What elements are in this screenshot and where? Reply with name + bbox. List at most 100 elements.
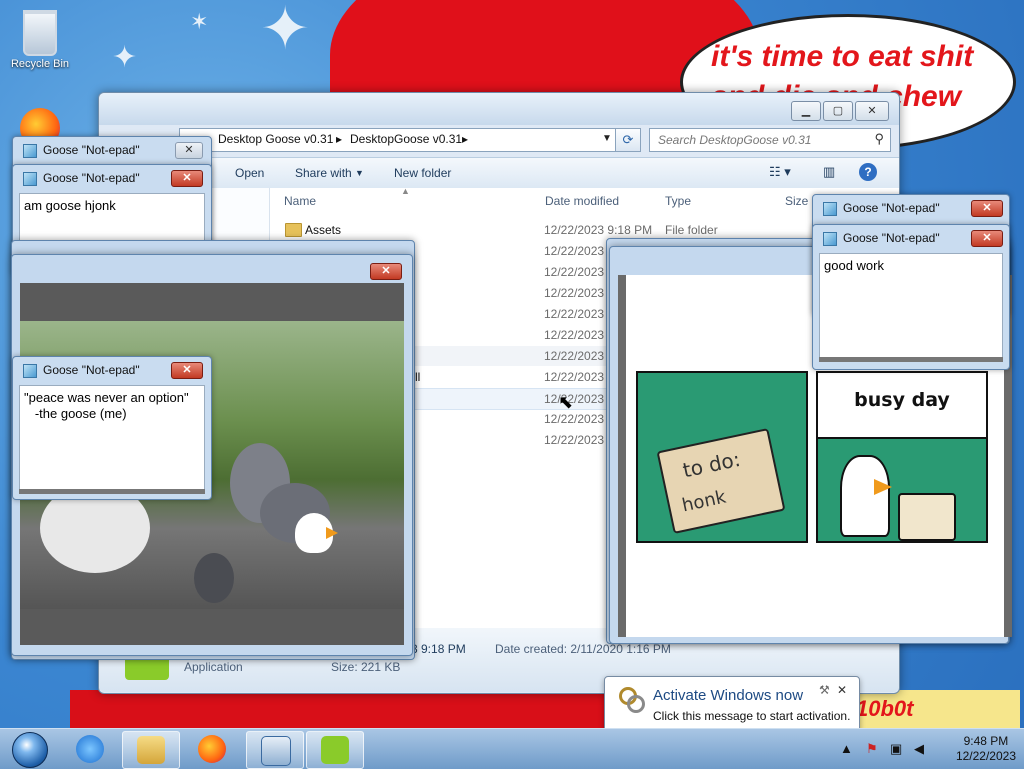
- close-button[interactable]: ✕: [171, 170, 203, 187]
- snowflake-decoration: ✦: [260, 0, 311, 64]
- notepad-text: good work: [824, 258, 884, 273]
- view-options-icon[interactable]: ☷ ▾: [769, 164, 791, 180]
- settings-icon[interactable]: ⚒: [819, 683, 830, 697]
- minimize-button[interactable]: ▁: [791, 101, 821, 121]
- comic-panel-todo: to do: honk: [636, 371, 808, 543]
- clock[interactable]: 9:48 PM 12/22/2023: [956, 734, 1016, 764]
- notepad-icon: [23, 364, 37, 378]
- speech-bubble-overflow: s: [883, 129, 1024, 169]
- recycle-bin[interactable]: Recycle Bin: [8, 6, 72, 70]
- new-folder-button[interactable]: New folder: [394, 166, 451, 180]
- volume-icon[interactable]: ◀: [914, 741, 924, 757]
- breadcrumb-segment[interactable]: DesktopGoose v0.31: [350, 132, 462, 146]
- notepad-icon: [23, 172, 37, 186]
- help-icon[interactable]: ?: [859, 163, 877, 181]
- folder-icon: [137, 736, 165, 764]
- notepad-title: Goose "Not-epad": [843, 231, 940, 245]
- breadcrumb-segment[interactable]: Desktop Goose v0.31: [218, 132, 333, 146]
- chevron-down-icon: ▼: [355, 168, 364, 178]
- pigeon: [194, 553, 234, 603]
- details-date-modified: 3 9:18 PM: [411, 642, 466, 656]
- goose-app-icon: [321, 736, 349, 764]
- recycle-bin-label: Recycle Bin: [10, 58, 70, 70]
- taskbar: ▲ ⚑ ▣ ◀ 9:48 PM 12/22/2023: [0, 728, 1024, 769]
- notepad-title: Goose "Not-epad": [43, 363, 140, 377]
- folder-icon: [285, 223, 302, 237]
- column-header-name[interactable]: Name: [284, 194, 316, 208]
- chevron-right-icon: ▸: [336, 132, 343, 146]
- file-date: 12/22/2023 9: [544, 392, 615, 406]
- notification-subtitle: Click this message to start activation.: [653, 709, 851, 723]
- firefox-taskbar-button[interactable]: [184, 731, 240, 767]
- comic-goose: [840, 455, 890, 537]
- close-button[interactable]: ✕: [971, 230, 1003, 247]
- notepad-window: Goose "Not-epad" ✕ "peace was never an o…: [12, 356, 212, 500]
- search-placeholder: Search DesktopGoose v0.31: [658, 133, 812, 147]
- preview-pane-icon[interactable]: ▥: [823, 164, 835, 180]
- notepad-title: Goose "Not-epad": [43, 143, 140, 157]
- details-type: Application: [184, 660, 243, 674]
- notepad-icon: [23, 144, 37, 158]
- explorer-title-bar[interactable]: ▁ ▢ ✕: [99, 93, 899, 125]
- file-date: 12/22/2023 9: [544, 307, 615, 321]
- column-header-type[interactable]: Type: [665, 194, 691, 208]
- share-with-button[interactable]: Share with: [295, 166, 352, 180]
- close-button[interactable]: ✕: [855, 101, 889, 121]
- clock-time: 9:48 PM: [963, 734, 1009, 748]
- notepad-title-bar[interactable]: Goose "Not-epad" ✕: [813, 195, 1009, 221]
- notepad-footer: [19, 489, 205, 494]
- notepad-text-area[interactable]: good work: [819, 253, 1003, 359]
- snowflake-decoration: ✦: [112, 40, 138, 75]
- notepad-title-bar[interactable]: Goose "Not-epad" ✕: [813, 225, 1009, 251]
- search-input[interactable]: Search DesktopGoose v0.31 ⚲: [649, 128, 891, 152]
- file-date: 12/22/2023 9: [544, 349, 615, 363]
- notepad-title-bar[interactable]: Goose "Not-epad" ✕: [13, 165, 211, 191]
- address-bar[interactable]: Desktop Goose v0.31 ▸ DesktopGoose v0.31…: [179, 128, 641, 152]
- file-type: File folder: [665, 223, 718, 237]
- close-button[interactable]: ✕: [971, 200, 1003, 217]
- goose-taskbar-button[interactable]: [306, 731, 364, 769]
- chevron-down-icon[interactable]: ▼: [602, 133, 612, 144]
- notepad-title-bar[interactable]: Goose "Not-epad" ✕: [13, 357, 211, 383]
- close-button[interactable]: ✕: [171, 362, 203, 379]
- details-date-created: Date created: 2/11/2020 1:16 PM: [495, 642, 671, 656]
- action-center-icon[interactable]: ⚑: [866, 741, 878, 757]
- todo-item: honk: [680, 486, 728, 517]
- keys-icon: [619, 687, 645, 717]
- notepad-text: am goose hjonk: [24, 198, 116, 213]
- notepad-taskbar-button[interactable]: [246, 731, 304, 769]
- search-icon[interactable]: ⚲: [874, 131, 884, 147]
- comic-goose-beak: [874, 479, 892, 495]
- maximize-button[interactable]: ▢: [823, 101, 853, 121]
- todo-scroll: to do: honk: [656, 428, 786, 534]
- close-button[interactable]: ✕: [175, 142, 203, 159]
- file-date: 12/22/2023 9: [544, 328, 615, 342]
- notepad-title-bar[interactable]: Goose "Not-epad" ✕: [13, 137, 211, 163]
- open-button[interactable]: Open: [235, 166, 264, 180]
- close-icon[interactable]: ✕: [837, 683, 847, 697]
- file-date: 12/22/2023 9:18 PM: [544, 223, 653, 237]
- start-button[interactable]: [4, 729, 48, 769]
- explorer-taskbar-button[interactable]: [122, 731, 180, 769]
- notepad-footer: [819, 357, 1003, 362]
- network-icon[interactable]: ▣: [890, 741, 902, 757]
- file-row[interactable]: Assets 12/22/2023 9:18 PM File folder: [279, 220, 899, 240]
- column-header-date-modified[interactable]: Date modified: [545, 194, 619, 208]
- file-date: 12/22/2023 9: [544, 265, 615, 279]
- file-date: 12/22/2023 9: [544, 412, 615, 426]
- notification-title: Activate Windows now: [653, 687, 804, 704]
- close-button[interactable]: ✕: [370, 263, 402, 280]
- activation-notification[interactable]: Activate Windows now Click this message …: [604, 676, 860, 732]
- comic-panel-busy-day: busy day: [816, 371, 988, 543]
- comic-caption: busy day: [854, 389, 950, 411]
- show-hidden-icons-icon[interactable]: ▲: [840, 741, 853, 756]
- wallpaper-sign-text: 10b0t: [856, 696, 914, 721]
- file-date: 12/22/2023 9: [544, 370, 615, 384]
- explorer-toolbar: Open Share with ▼ New folder ☷ ▾ ▥ ?: [99, 157, 899, 189]
- file-name: Assets: [305, 223, 342, 237]
- internet-explorer-taskbar-button[interactable]: [62, 731, 118, 767]
- refresh-button[interactable]: ⟳: [615, 128, 641, 152]
- notepad-text-area[interactable]: "peace was never an option" -the goose (…: [19, 385, 205, 491]
- details-size: Size: 221 KB: [331, 660, 401, 674]
- column-header-size[interactable]: Size: [785, 194, 808, 208]
